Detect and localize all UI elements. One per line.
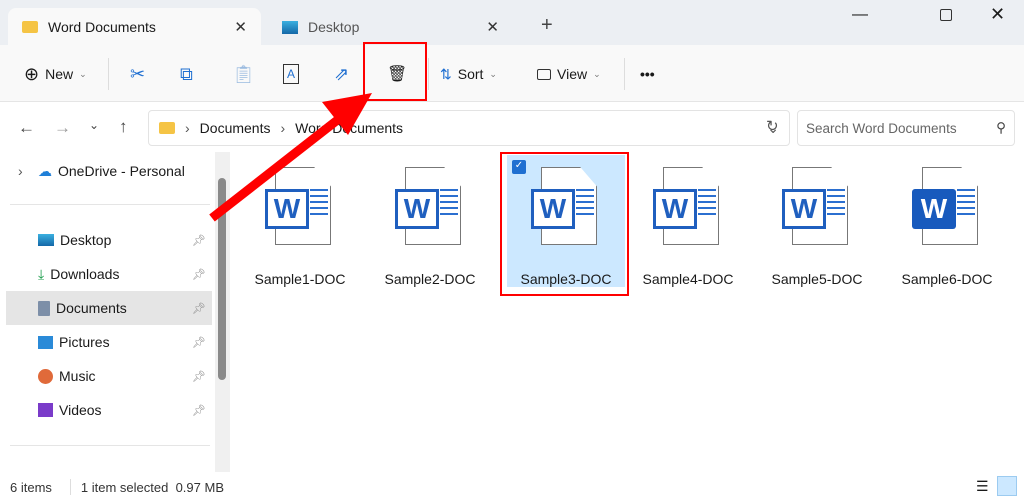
details-view-icon[interactable]: ☰ bbox=[976, 478, 989, 495]
arrow-annotation bbox=[209, 93, 372, 222]
tiles-view-icon[interactable] bbox=[997, 476, 1017, 496]
status-bar: 6 items 1 item selected 0.97 MB bbox=[10, 479, 224, 495]
